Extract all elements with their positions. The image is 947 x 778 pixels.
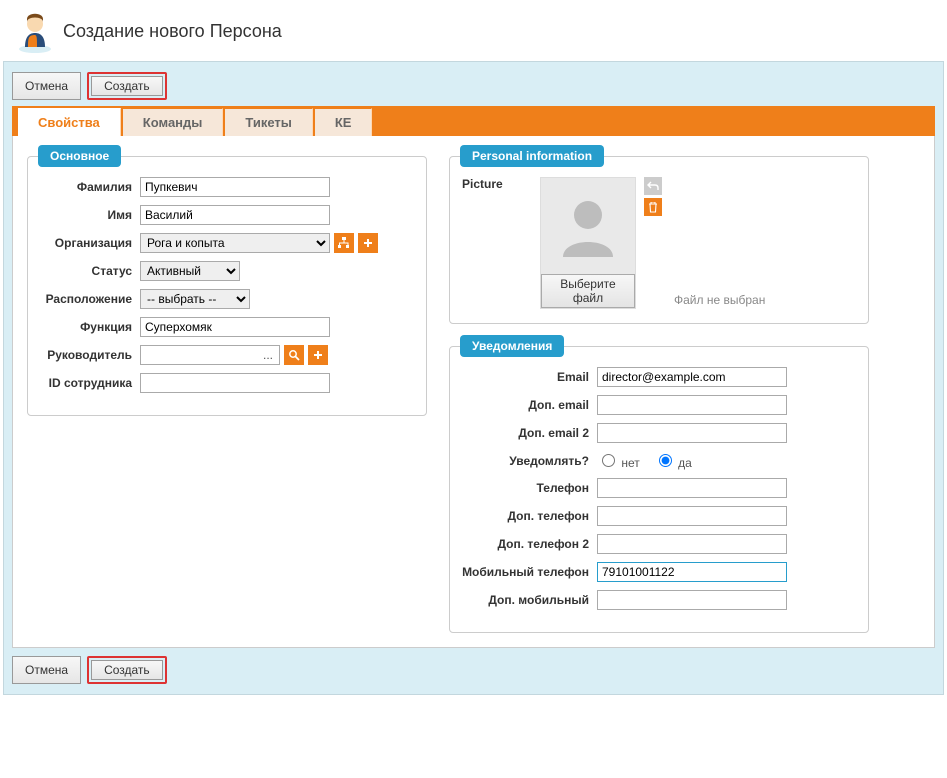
picture-placeholder-icon (541, 178, 635, 274)
tab-properties[interactable]: Свойства (18, 108, 121, 136)
select-status[interactable]: Активный (140, 261, 240, 281)
input-name[interactable] (140, 205, 330, 225)
input-phone[interactable] (597, 478, 787, 498)
create-button[interactable]: Создать (91, 76, 163, 96)
manager-search-icon[interactable] (284, 345, 304, 365)
input-add-phone[interactable] (597, 506, 787, 526)
user-avatar-icon (15, 9, 55, 53)
row-manager: Руководитель ... (40, 345, 414, 365)
lookup-manager[interactable]: ... (140, 345, 280, 365)
tab-teams[interactable]: Команды (123, 108, 224, 136)
fieldset-notifications: Уведомления Email Доп. email Доп. email … (449, 346, 869, 633)
picture-undo-icon[interactable] (644, 177, 662, 195)
input-add-mobile[interactable] (597, 590, 787, 610)
select-location[interactable]: -- выбрать -- (140, 289, 250, 309)
legend-notifications: Уведомления (460, 335, 564, 357)
radio-notify-no-wrapper[interactable]: нет (597, 451, 640, 470)
main-panel: Отмена Создать Свойства Команды Тикеты К… (3, 61, 944, 695)
row-notify: Уведомлять? нет да (462, 451, 856, 470)
manager-add-icon[interactable] (308, 345, 328, 365)
label-add-phone: Доп. телефон (462, 509, 597, 523)
row-add-email2: Доп. email 2 (462, 423, 856, 443)
input-surname[interactable] (140, 177, 330, 197)
lookup-ellipsis-icon[interactable]: ... (259, 348, 277, 362)
label-location: Расположение (40, 292, 140, 306)
row-status: Статус Активный (40, 261, 414, 281)
label-add-email2: Доп. email 2 (462, 426, 597, 440)
legend-personal: Personal information (460, 145, 604, 167)
row-location: Расположение -- выбрать -- (40, 289, 414, 309)
input-add-email2[interactable] (597, 423, 787, 443)
radio-notify-no[interactable] (602, 454, 615, 467)
label-picture: Picture (462, 177, 532, 191)
input-add-email[interactable] (597, 395, 787, 415)
label-manager: Руководитель (40, 348, 140, 362)
row-add-phone2: Доп. телефон 2 (462, 534, 856, 554)
fieldset-main: Основное Фамилия Имя Организация Рога и … (27, 156, 427, 416)
row-add-email: Доп. email (462, 395, 856, 415)
row-function: Функция (40, 317, 414, 337)
row-surname: Фамилия (40, 177, 414, 197)
row-org: Организация Рога и копыта (40, 233, 414, 253)
top-toolbar: Отмена Создать (12, 72, 935, 100)
window-header: Создание нового Персона (1, 1, 946, 61)
radio-notify-yes-label: да (678, 456, 692, 470)
input-function[interactable] (140, 317, 330, 337)
row-mobile: Мобильный телефон (462, 562, 856, 582)
input-employee-id[interactable] (140, 373, 330, 393)
select-org[interactable]: Рога и копыта (140, 233, 330, 253)
no-file-hint: Файл не выбран (674, 293, 765, 307)
label-notify: Уведомлять? (462, 454, 597, 468)
create-button-bottom-highlight: Создать (87, 656, 167, 684)
app-window: Создание нового Персона Отмена Создать С… (0, 0, 947, 778)
form-area: Основное Фамилия Имя Организация Рога и … (12, 136, 935, 648)
label-add-phone2: Доп. телефон 2 (462, 537, 597, 551)
row-employee-id: ID сотрудника (40, 373, 414, 393)
picture-box: Выберите файл (540, 177, 636, 309)
label-org: Организация (40, 236, 140, 250)
row-name: Имя (40, 205, 414, 225)
choose-file-button[interactable]: Выберите файл (541, 274, 635, 308)
row-email: Email (462, 367, 856, 387)
radio-notify-no-label: нет (621, 456, 639, 470)
row-add-mobile: Доп. мобильный (462, 590, 856, 610)
label-employee-id: ID сотрудника (40, 376, 140, 390)
label-add-mobile: Доп. мобильный (462, 593, 597, 607)
radio-notify-yes[interactable] (659, 454, 672, 467)
cancel-button[interactable]: Отмена (12, 72, 81, 100)
input-add-phone2[interactable] (597, 534, 787, 554)
fieldset-personal-info: Personal information Picture (449, 156, 869, 324)
org-tree-icon[interactable] (334, 233, 354, 253)
input-mobile[interactable] (597, 562, 787, 582)
picture-delete-icon[interactable] (644, 198, 662, 216)
org-add-icon[interactable] (358, 233, 378, 253)
tab-tickets[interactable]: Тикеты (225, 108, 312, 136)
row-add-phone: Доп. телефон (462, 506, 856, 526)
right-column: Personal information Picture (449, 156, 869, 633)
cancel-button-bottom[interactable]: Отмена (12, 656, 81, 684)
tabs-row: Свойства Команды Тикеты КЕ (12, 106, 935, 136)
bottom-toolbar: Отмена Создать (12, 656, 935, 684)
label-phone: Телефон (462, 481, 597, 495)
legend-main: Основное (38, 145, 121, 167)
create-button-highlight: Создать (87, 72, 167, 100)
create-button-bottom[interactable]: Создать (91, 660, 163, 680)
tab-ci[interactable]: КЕ (315, 108, 373, 136)
radio-notify-yes-wrapper[interactable]: да (654, 451, 692, 470)
input-email[interactable] (597, 367, 787, 387)
row-phone: Телефон (462, 478, 856, 498)
page-title: Создание нового Персона (63, 21, 282, 42)
label-add-email: Доп. email (462, 398, 597, 412)
label-name: Имя (40, 208, 140, 222)
label-surname: Фамилия (40, 180, 140, 194)
label-function: Функция (40, 320, 140, 334)
label-status: Статус (40, 264, 140, 278)
label-mobile: Мобильный телефон (462, 565, 597, 579)
label-email: Email (462, 370, 597, 384)
